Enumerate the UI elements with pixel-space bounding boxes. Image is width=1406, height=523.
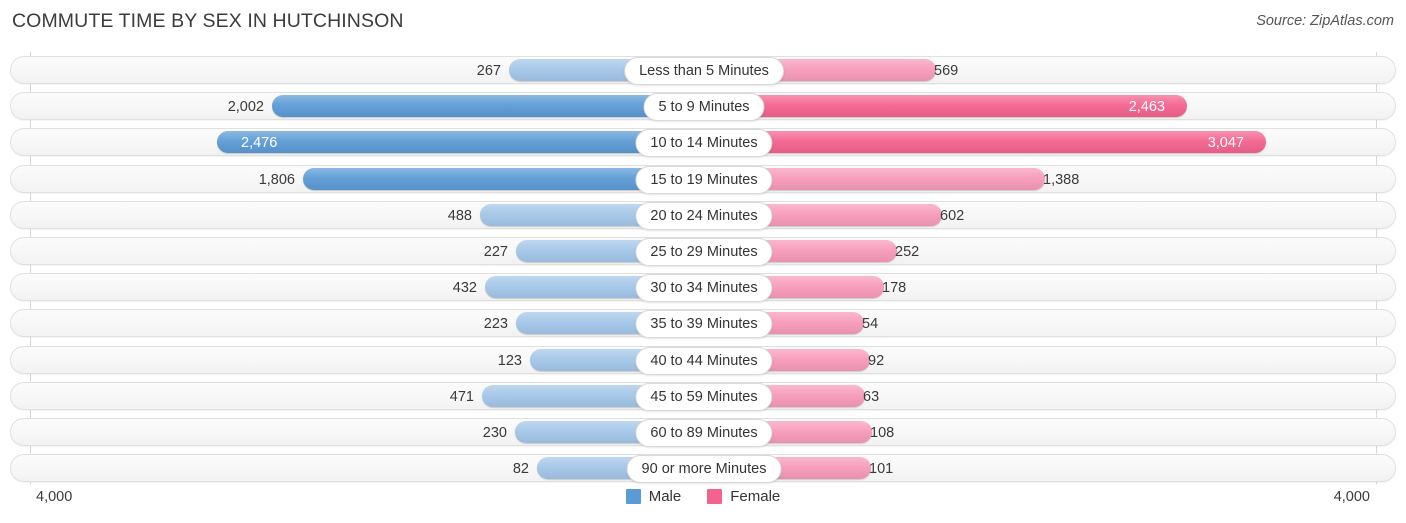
bar-gloss-overlay bbox=[303, 167, 692, 190]
chart-row: 82 101 90 or more Minutes bbox=[10, 454, 1396, 484]
value-label-female: 54 bbox=[862, 316, 879, 333]
category-pill[interactable]: 40 to 44 Minutes bbox=[635, 346, 773, 375]
category-pill[interactable]: 15 to 19 Minutes bbox=[635, 165, 773, 194]
value-label-male: 488 bbox=[447, 207, 472, 224]
category-pill[interactable]: 25 to 29 Minutes bbox=[635, 238, 773, 266]
category-pill[interactable]: 10 to 14 Minutes bbox=[635, 129, 773, 158]
legend-item-male[interactable]: Male bbox=[625, 488, 682, 505]
chart-row: 267 569 Less than 5 Minutes bbox=[10, 56, 1396, 85]
category-pill[interactable]: 30 to 34 Minutes bbox=[635, 274, 773, 303]
bar-male[interactable] bbox=[217, 131, 692, 154]
value-label-male: 471 bbox=[449, 388, 474, 405]
value-label-female: 101 bbox=[869, 461, 894, 478]
chart-row: 488 602 20 to 24 Minutes bbox=[10, 200, 1396, 230]
chart-row: 230 108 60 to 89 Minutes bbox=[10, 418, 1396, 447]
category-pill[interactable]: 5 to 9 Minutes bbox=[643, 93, 765, 122]
bar-male[interactable] bbox=[303, 167, 692, 190]
legend-label: Male bbox=[648, 488, 682, 505]
category-pill[interactable]: 90 or more Minutes bbox=[626, 455, 782, 484]
chart-row: 432 178 30 to 34 Minutes bbox=[10, 273, 1396, 303]
category-pill[interactable]: 35 to 39 Minutes bbox=[635, 310, 773, 339]
bar-gloss-overlay bbox=[714, 95, 1187, 118]
legend-label: Female bbox=[730, 488, 781, 505]
legend-swatch-icon bbox=[707, 489, 723, 504]
bar-gloss-overlay bbox=[217, 131, 692, 154]
value-label-male: 123 bbox=[497, 352, 522, 369]
value-label-male: 223 bbox=[483, 316, 508, 333]
value-label-male: 227 bbox=[483, 244, 508, 260]
value-label-female: 178 bbox=[882, 280, 907, 297]
value-label-male: 2,476 bbox=[241, 135, 278, 152]
bar-male[interactable] bbox=[272, 95, 692, 118]
value-label-male: 432 bbox=[452, 280, 477, 297]
page-title: COMMUTE TIME BY SEX IN HUTCHINSON bbox=[12, 10, 404, 32]
bar-female[interactable] bbox=[714, 131, 1266, 154]
plot-area: 267 569 Less than 5 Minutes 2,002 2,463 5 to … bbox=[0, 52, 1406, 484]
value-label-female: 1,388 bbox=[1043, 171, 1080, 188]
legend-swatch-icon bbox=[625, 489, 641, 504]
bar-gloss-overlay bbox=[714, 131, 1266, 154]
chart-container: COMMUTE TIME BY SEX IN HUTCHINSON Source… bbox=[0, 0, 1406, 523]
value-label-male: 267 bbox=[476, 63, 501, 79]
source-attribution: Source: ZipAtlas.com bbox=[1256, 13, 1394, 29]
chart-row: 223 54 35 to 39 Minutes bbox=[10, 309, 1396, 339]
chart-row: 2,476 3,047 10 to 14 Minutes bbox=[10, 128, 1396, 158]
value-label-female: 602 bbox=[940, 207, 965, 224]
value-label-female: 2,463 bbox=[1128, 99, 1165, 116]
value-label-female: 569 bbox=[934, 63, 959, 79]
value-label-female: 108 bbox=[870, 425, 895, 441]
chart-row: 227 252 25 to 29 Minutes bbox=[10, 237, 1396, 266]
value-label-male: 1,806 bbox=[258, 171, 295, 188]
category-pill[interactable]: Less than 5 Minutes bbox=[624, 57, 784, 85]
category-pill[interactable]: 20 to 24 Minutes bbox=[635, 201, 773, 230]
chart-row: 2,002 2,463 5 to 9 Minutes bbox=[10, 92, 1396, 122]
legend-item-female[interactable]: Female bbox=[707, 488, 780, 505]
category-pill[interactable]: 45 to 59 Minutes bbox=[635, 382, 773, 411]
category-pill[interactable]: 60 to 89 Minutes bbox=[635, 419, 773, 447]
chart-row: 471 63 45 to 59 Minutes bbox=[10, 381, 1396, 411]
chart-row: 1,806 1,388 15 to 19 Minutes bbox=[10, 164, 1396, 194]
value-label-female: 252 bbox=[895, 244, 920, 260]
value-label-female: 63 bbox=[863, 388, 880, 405]
value-label-female: 92 bbox=[868, 352, 885, 369]
value-label-female: 3,047 bbox=[1207, 135, 1244, 152]
value-label-male: 2,002 bbox=[227, 99, 264, 116]
bar-female[interactable] bbox=[714, 95, 1187, 118]
chart-legend: Male Female bbox=[0, 488, 1406, 505]
chart-row: 123 92 40 to 44 Minutes bbox=[10, 345, 1396, 375]
value-label-male: 230 bbox=[482, 425, 507, 441]
bar-gloss-overlay bbox=[272, 95, 692, 118]
value-label-male: 82 bbox=[512, 461, 529, 478]
